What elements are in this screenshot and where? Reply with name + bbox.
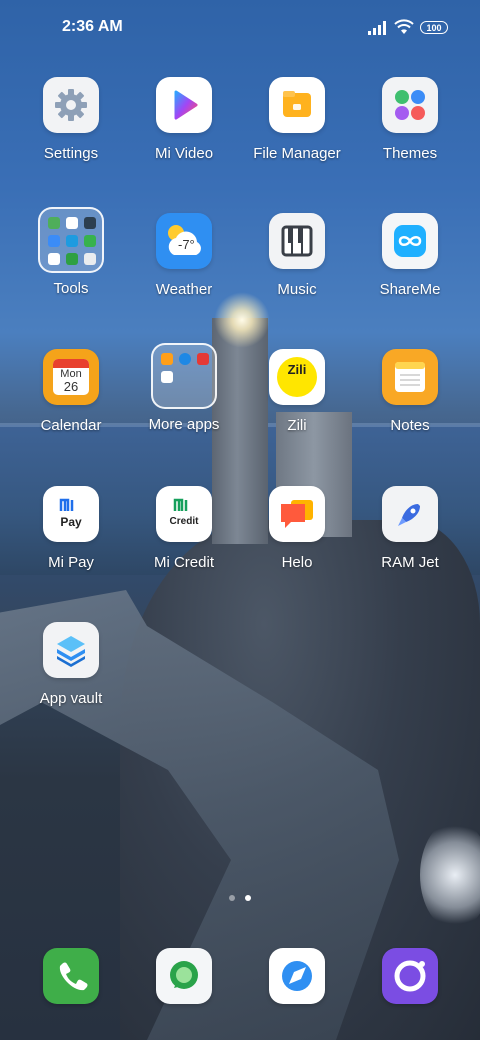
app-ram-jet[interactable]: RAM Jet bbox=[355, 486, 465, 571]
mi-pay-icon: Pay bbox=[43, 486, 99, 542]
shareme-icon bbox=[382, 213, 438, 269]
app-label: Tools bbox=[53, 280, 89, 297]
page-indicator-dot-active[interactable] bbox=[245, 895, 251, 901]
themes-icon bbox=[382, 77, 438, 133]
helo-icon bbox=[269, 486, 325, 542]
status-bar: 2:36 AM 100 bbox=[0, 0, 480, 56]
mi-credit-icon: Credit bbox=[156, 486, 212, 542]
signal-icon bbox=[368, 21, 386, 35]
tools-folder-icon bbox=[38, 207, 104, 273]
app-label: Weather bbox=[155, 281, 213, 298]
app-label: RAM Jet bbox=[381, 554, 439, 571]
battery-icon: 100 bbox=[420, 21, 448, 34]
app-label: Mi Credit bbox=[153, 554, 214, 571]
rocket-icon bbox=[382, 486, 438, 542]
layers-icon bbox=[43, 622, 99, 678]
zili-icon: Zili bbox=[269, 349, 325, 405]
app-weather[interactable]: -7° Weather bbox=[129, 213, 239, 298]
app-calendar[interactable]: Mon 26 Calendar bbox=[16, 349, 126, 434]
piano-icon bbox=[269, 213, 325, 269]
folder-icon bbox=[269, 77, 325, 133]
app-helo[interactable]: Helo bbox=[242, 486, 352, 571]
settings-icon bbox=[43, 77, 99, 133]
app-notes[interactable]: Notes bbox=[355, 349, 465, 434]
app-mi-pay[interactable]: Pay Mi Pay bbox=[16, 486, 126, 571]
app-label: Themes bbox=[382, 145, 438, 162]
app-music[interactable]: Music bbox=[242, 213, 352, 298]
more-apps-folder-icon bbox=[151, 343, 217, 409]
app-shareme[interactable]: ShareMe bbox=[355, 213, 465, 298]
app-mi-video[interactable]: Mi Video bbox=[129, 77, 239, 162]
folder-tools[interactable]: Tools bbox=[16, 207, 126, 297]
messaging-icon[interactable] bbox=[156, 948, 212, 1004]
app-label: Zili bbox=[287, 417, 307, 434]
browser-icon[interactable] bbox=[269, 948, 325, 1004]
phone-icon[interactable] bbox=[43, 948, 99, 1004]
app-label: Mi Video bbox=[154, 145, 214, 162]
page-indicator-dot[interactable] bbox=[229, 895, 235, 901]
app-settings[interactable]: Settings bbox=[16, 77, 126, 162]
app-label: Calendar bbox=[40, 417, 102, 434]
wallpaper-lighthouse-light bbox=[214, 292, 270, 348]
app-label: More apps bbox=[148, 416, 220, 433]
video-play-icon bbox=[156, 77, 212, 133]
app-zili[interactable]: Zili Zili bbox=[242, 349, 352, 434]
notes-icon bbox=[382, 349, 438, 405]
wifi-icon bbox=[394, 19, 414, 34]
mi-credit-icon-text: Credit bbox=[169, 516, 199, 527]
app-label: App vault bbox=[39, 690, 103, 707]
app-label: Settings bbox=[43, 145, 99, 162]
weather-icon: -7° bbox=[156, 213, 212, 269]
app-label: File Manager bbox=[253, 145, 341, 162]
weather-temperature: -7° bbox=[178, 237, 195, 252]
app-label: Notes bbox=[390, 417, 430, 434]
camera-icon[interactable] bbox=[382, 948, 438, 1004]
app-mi-credit[interactable]: Credit Mi Credit bbox=[129, 486, 239, 571]
mi-pay-icon-text: Pay bbox=[60, 515, 82, 529]
calendar-icon: Mon 26 bbox=[43, 349, 99, 405]
app-label: Music bbox=[277, 281, 317, 298]
app-themes[interactable]: Themes bbox=[355, 77, 465, 162]
status-time: 2:36 AM bbox=[62, 18, 123, 35]
app-file-manager[interactable]: File Manager bbox=[242, 77, 352, 162]
app-label: Helo bbox=[281, 554, 313, 571]
folder-more-apps[interactable]: More apps bbox=[129, 343, 239, 433]
app-label: Mi Pay bbox=[48, 554, 94, 571]
app-app-vault[interactable]: App vault bbox=[16, 622, 126, 707]
zili-icon-text: Zili bbox=[287, 362, 307, 377]
app-label: ShareMe bbox=[379, 281, 441, 298]
calendar-date: 26 bbox=[63, 379, 79, 394]
